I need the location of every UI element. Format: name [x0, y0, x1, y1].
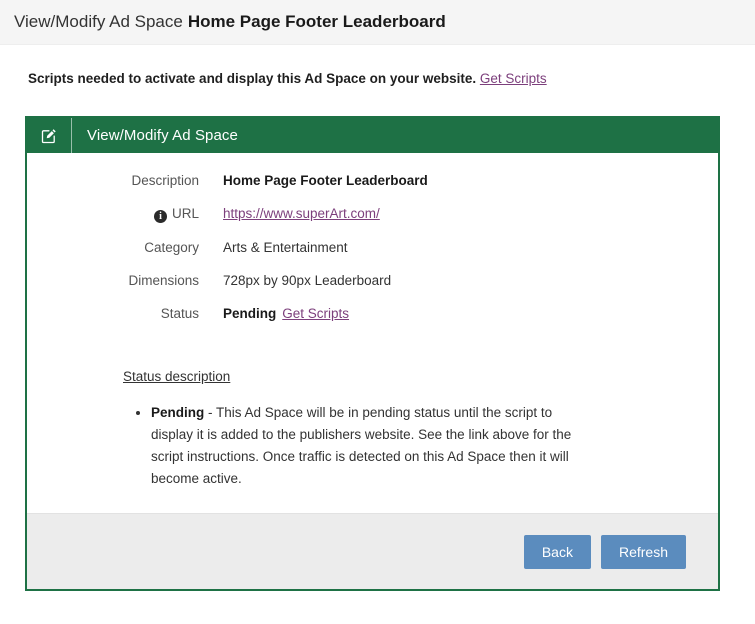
status-description-list: Pending - This Ad Space will be in pendi… — [123, 402, 622, 489]
get-scripts-link-top[interactable]: Get Scripts — [480, 71, 547, 86]
list-item: Pending - This Ad Space will be in pendi… — [151, 402, 622, 489]
field-row-status: Status Pending Get Scripts — [27, 306, 718, 321]
field-value-status: Pending Get Scripts — [199, 306, 349, 321]
scripts-notice: Scripts needed to activate and display t… — [28, 71, 755, 86]
field-value-url: https://www.superArt.com/ — [199, 206, 380, 221]
status-term-text: - This Ad Space will be in pending statu… — [151, 405, 572, 486]
field-label-url: i URL — [27, 206, 199, 223]
field-label-dimensions: Dimensions — [128, 273, 199, 288]
field-value-category: Arts & Entertainment — [223, 240, 348, 255]
panel-header: View/Modify Ad Space — [27, 118, 718, 153]
field-row-description: Description Home Page Footer Leaderboard — [27, 173, 718, 188]
field-value-description: Home Page Footer Leaderboard — [223, 173, 428, 188]
status-description-heading: Status description — [123, 369, 231, 384]
page-title: Home Page Footer Leaderboard — [187, 12, 446, 31]
field-label-url-text: URL — [171, 206, 199, 221]
status-term-pending: Pending — [151, 405, 205, 420]
panel-title: View/Modify Ad Space — [87, 127, 238, 144]
status-description-section: Status description Pending - This Ad Spa… — [27, 339, 718, 489]
info-icon: i — [153, 210, 167, 223]
page-title-prefix: View/Modify Ad Space — [14, 12, 183, 31]
field-label-status: Status — [160, 306, 199, 321]
page-header: View/Modify Ad Space Home Page Footer Le… — [0, 0, 755, 45]
panel-body: Description Home Page Footer Leaderboard… — [27, 153, 718, 514]
field-label-description: Description — [131, 173, 199, 188]
field-row-url: i URL https://www.superArt.com/ — [27, 206, 718, 223]
edit-icon — [27, 128, 71, 144]
status-badge: Pending — [223, 306, 277, 321]
refresh-button[interactable]: Refresh — [600, 534, 686, 569]
panel-footer: Back Refresh — [27, 513, 718, 590]
field-label-category: Category — [144, 240, 199, 255]
scripts-notice-text: Scripts needed to activate and display t… — [28, 71, 477, 86]
url-link[interactable]: https://www.superArt.com/ — [223, 206, 380, 221]
get-scripts-link-status[interactable]: Get Scripts — [282, 306, 349, 321]
field-value-dimensions: 728px by 90px Leaderboard — [223, 273, 392, 288]
field-row-dimensions: Dimensions 728px by 90px Leaderboard — [27, 273, 718, 288]
back-button[interactable]: Back — [523, 534, 591, 569]
field-row-category: Category Arts & Entertainment — [27, 240, 718, 255]
ad-space-panel: View/Modify Ad Space Description Home Pa… — [25, 116, 720, 592]
